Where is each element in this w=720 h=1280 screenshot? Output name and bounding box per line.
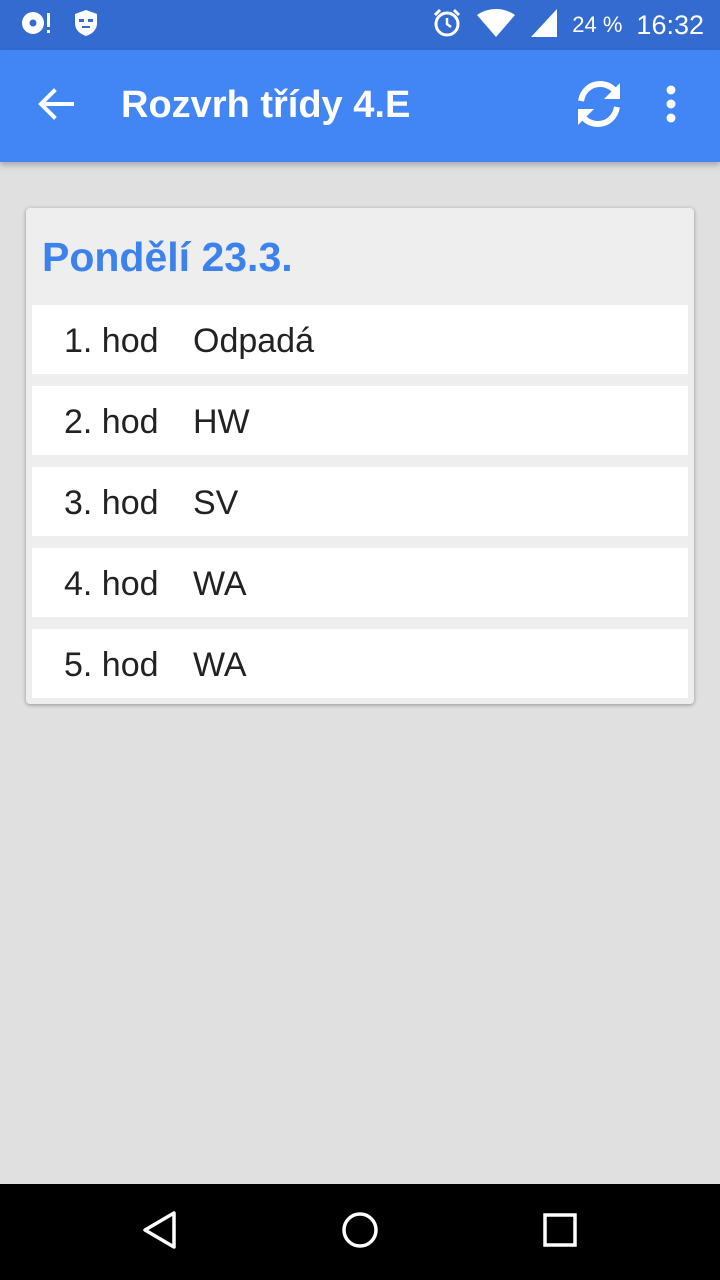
arrow-back-icon	[38, 87, 74, 125]
lesson-subject: WA	[193, 646, 247, 684]
app-bar: Rozvrh třídy 4.E	[0, 50, 720, 162]
back-button[interactable]	[24, 78, 88, 134]
lesson-subject: WA	[193, 565, 247, 603]
lesson-list: 1. hod Odpadá 2. hod HW 3. hod SV 4. hod…	[32, 305, 688, 710]
day-title: Pondělí 23.3.	[42, 234, 293, 280]
lesson-subject: Odpadá	[193, 322, 314, 360]
lesson-row[interactable]: 4. hod WA	[32, 548, 688, 617]
lesson-row[interactable]: 3. hod SV	[32, 467, 688, 536]
nav-recents-button[interactable]	[520, 1198, 600, 1266]
lesson-row[interactable]: 1. hod Odpadá	[32, 305, 688, 374]
back-triangle-icon	[140, 1210, 180, 1255]
lesson-subject: HW	[193, 403, 250, 441]
recents-square-icon	[540, 1210, 580, 1255]
system-navigation-bar	[0, 1184, 720, 1280]
status-bar: 24 % 16:32	[0, 0, 720, 50]
status-bar-notifications	[20, 9, 98, 42]
lesson-subject: SV	[193, 484, 239, 522]
alarm-icon	[432, 8, 462, 43]
cell-signal-icon	[530, 8, 558, 43]
status-bar-system: 24 % 16:32	[432, 8, 704, 42]
battery-percentage: 24 %	[572, 12, 623, 37]
nav-back-button[interactable]	[120, 1198, 200, 1266]
nav-home-button[interactable]	[320, 1198, 400, 1266]
guard-notification-icon	[74, 9, 98, 42]
lesson-hour: 3. hod	[64, 484, 159, 522]
clock-time: 16:32	[636, 9, 704, 40]
page-title: Rozvrh třídy 4.E	[121, 84, 411, 126]
lesson-hour: 5. hod	[64, 646, 159, 684]
home-circle-icon	[340, 1210, 380, 1255]
more-options-button[interactable]	[648, 78, 694, 134]
more-vert-icon	[665, 85, 677, 128]
day-schedule-card: Pondělí 23.3. 1. hod Odpadá 2. hod HW 3.…	[26, 208, 694, 704]
refresh-button[interactable]	[566, 78, 632, 134]
lesson-row[interactable]: 2. hod HW	[32, 386, 688, 455]
refresh-icon	[573, 79, 625, 134]
lesson-hour: 1. hod	[64, 322, 159, 360]
lesson-row[interactable]: 5. hod WA	[32, 629, 688, 698]
lesson-hour: 2. hod	[64, 403, 159, 441]
wifi-icon	[476, 8, 516, 43]
music-notification-icon	[20, 9, 52, 42]
lesson-hour: 4. hod	[64, 565, 159, 603]
